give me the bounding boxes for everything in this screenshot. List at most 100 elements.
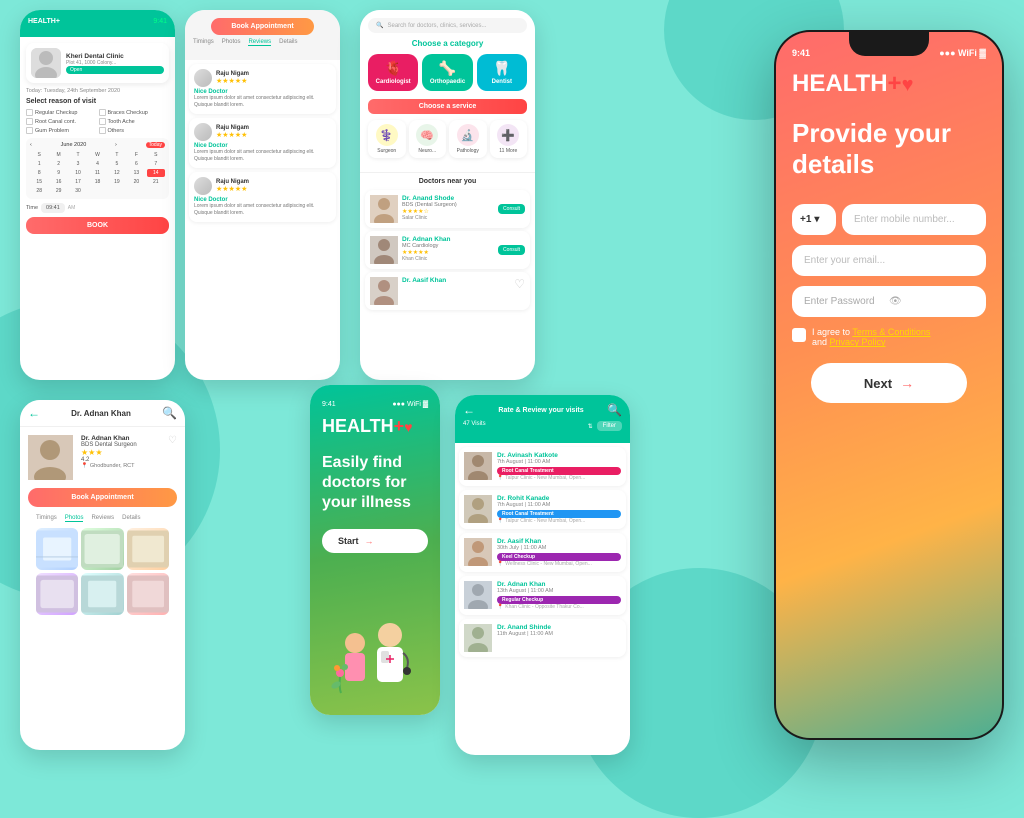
cb-toothache-box[interactable] xyxy=(99,118,106,125)
book-button[interactable]: BOOK xyxy=(26,217,169,234)
book-appointment-profile-btn[interactable]: Book Appointment xyxy=(28,488,177,507)
service-pathology[interactable]: 🔬 Pathology xyxy=(449,120,487,158)
visit-info-2: Dr. Rohit Kanade 7th August | 11:00 AM R… xyxy=(497,495,621,524)
cb-toothache-label: Tooth Ache xyxy=(108,119,135,125)
d7[interactable]: 7 xyxy=(147,160,165,168)
d2[interactable]: 2 xyxy=(49,160,67,168)
cb-rootcanal-box[interactable] xyxy=(26,118,33,125)
d21[interactable]: 21 xyxy=(147,178,165,186)
start-button[interactable]: Start → xyxy=(322,529,428,553)
d20[interactable]: 20 xyxy=(127,178,145,186)
back-button[interactable]: ← xyxy=(28,406,40,420)
terms-checkbox[interactable] xyxy=(792,328,806,342)
cb-others-box[interactable] xyxy=(99,127,106,134)
profile-search-icon[interactable]: 🔍 xyxy=(162,406,177,420)
tab-reviews[interactable]: Reviews xyxy=(248,39,271,46)
cb-toothache[interactable]: Tooth Ache xyxy=(99,118,170,125)
d8[interactable]: 8 xyxy=(30,169,48,177)
d11[interactable]: 11 xyxy=(88,169,106,177)
consult-btn-2[interactable]: Consult xyxy=(498,245,525,255)
consult-btn-1[interactable]: Consult xyxy=(498,204,525,214)
cb-braces-box[interactable] xyxy=(99,109,106,116)
tab-photos[interactable]: Photos xyxy=(222,39,241,46)
d4[interactable]: 4 xyxy=(88,160,106,168)
ptab-timings[interactable]: Timings xyxy=(36,515,57,522)
cat-cardiologist-label: Cardiologist xyxy=(372,79,414,85)
category-grid: 🫀 Cardiologist 🦴 Orthopaedic 🦷 Dentist xyxy=(368,54,527,91)
visit-item-2: Dr. Rohit Kanade 7th August | 11:00 AM R… xyxy=(459,490,626,529)
cb-braces[interactable]: Braces Checkup xyxy=(99,109,170,116)
tab-timings[interactable]: Timings xyxy=(193,39,214,46)
d30[interactable]: 30 xyxy=(69,187,87,195)
d12[interactable]: 12 xyxy=(108,169,126,177)
d1[interactable]: 1 xyxy=(30,160,48,168)
d17[interactable]: 17 xyxy=(69,178,87,186)
cat-orthopaedic[interactable]: 🦴 Orthopaedic xyxy=(422,54,472,91)
service-neuro[interactable]: 🧠 Neuro... xyxy=(409,120,447,158)
d9[interactable]: 9 xyxy=(49,169,67,177)
d6[interactable]: 6 xyxy=(127,160,145,168)
profile-tabs: Timings Photos Reviews Details xyxy=(28,515,177,522)
cb-others[interactable]: Others xyxy=(99,127,170,134)
service-more[interactable]: ➕ 11 More xyxy=(490,120,528,158)
privacy-link[interactable]: Privacy Policy xyxy=(830,337,886,347)
cat-dentist[interactable]: 🦷 Dentist xyxy=(477,54,527,91)
ptab-reviews[interactable]: Reviews xyxy=(91,515,114,522)
ptab-photos[interactable]: Photos xyxy=(65,515,84,522)
location-icon-4: 📍 xyxy=(497,604,503,610)
d28[interactable]: 28 xyxy=(30,187,48,195)
password-placeholder: Enter Password xyxy=(804,296,889,307)
d29[interactable]: 29 xyxy=(49,187,67,195)
eye-toggle-icon[interactable]: 👁 xyxy=(889,296,974,307)
password-input[interactable]: Enter Password 👁 xyxy=(792,286,986,317)
service-surgeon[interactable]: ⚕️ Surgeon xyxy=(368,120,406,158)
doctor-card-1: Dr. Anand Shode BDS (Dental Surgeon) ★★★… xyxy=(365,190,530,228)
cal-prev[interactable]: ‹ xyxy=(30,142,32,148)
visits-search-icon[interactable]: 🔍 xyxy=(607,403,622,417)
ptab-details[interactable]: Details xyxy=(122,515,140,522)
visits-back-icon[interactable]: ← xyxy=(463,403,475,417)
logo-plus: + xyxy=(888,70,902,97)
book-appointment-btn[interactable]: Book Appointment xyxy=(211,18,313,35)
cal-next[interactable]: › xyxy=(115,142,117,148)
d19[interactable]: 19 xyxy=(108,178,126,186)
d15[interactable]: 15 xyxy=(30,178,48,186)
terms-link[interactable]: Terms & Conditions xyxy=(852,327,930,337)
cal-month: June 2020 xyxy=(61,142,87,148)
cb-regular-box[interactable] xyxy=(26,109,33,116)
visit-date-4: 13th August | 11:00 AM xyxy=(497,588,621,594)
search-bar[interactable]: 🔍 Search for doctors, clinics, services.… xyxy=(368,18,527,33)
mobile-placeholder: Enter mobile number... xyxy=(854,214,955,225)
cb-gum-box[interactable] xyxy=(26,127,33,134)
cb-rootcanal[interactable]: Root Canal cont. xyxy=(26,118,97,125)
d5[interactable]: 5 xyxy=(108,160,126,168)
status-time: 9:41 xyxy=(792,48,810,58)
d3[interactable]: 3 xyxy=(69,160,87,168)
today-btn[interactable]: Today xyxy=(146,142,165,148)
status-icons: ●●● WiFi ▓ xyxy=(939,48,986,58)
d16[interactable]: 16 xyxy=(49,178,67,186)
sort-icon: ⇅ xyxy=(588,423,593,430)
cb-regular[interactable]: Regular Checkup xyxy=(26,109,97,116)
next-button[interactable]: Next → xyxy=(811,363,966,403)
cat-dentist-label: Dentist xyxy=(481,79,523,85)
cb-gum[interactable]: Gum Problem xyxy=(26,127,97,134)
next-arrow-icon: → xyxy=(900,375,914,391)
fav-icon-3[interactable]: ♡ xyxy=(514,277,525,291)
d13[interactable]: 13 xyxy=(127,169,145,177)
cat-cardiologist[interactable]: 🫀 Cardiologist xyxy=(368,54,418,91)
cb-others-label: Others xyxy=(108,128,125,134)
health-heart-icon: ♥ xyxy=(404,419,412,435)
favorite-icon[interactable]: ♡ xyxy=(168,435,177,480)
profile-card: Dr. Adnan Khan BDS Dental Surgeon ★★★ 4.… xyxy=(20,427,185,623)
illustration xyxy=(322,569,428,703)
d14[interactable]: 14 xyxy=(147,169,165,177)
d18[interactable]: 18 xyxy=(88,178,106,186)
time-value[interactable]: 09:41 xyxy=(41,203,65,213)
tab-details[interactable]: Details xyxy=(279,39,297,46)
d10[interactable]: 10 xyxy=(69,169,87,177)
mobile-input[interactable]: Enter mobile number... xyxy=(842,204,986,235)
email-input[interactable]: Enter your email... xyxy=(792,245,986,276)
country-code-selector[interactable]: +1 ▾ xyxy=(792,204,836,235)
filter-button[interactable]: Filter xyxy=(597,421,622,431)
